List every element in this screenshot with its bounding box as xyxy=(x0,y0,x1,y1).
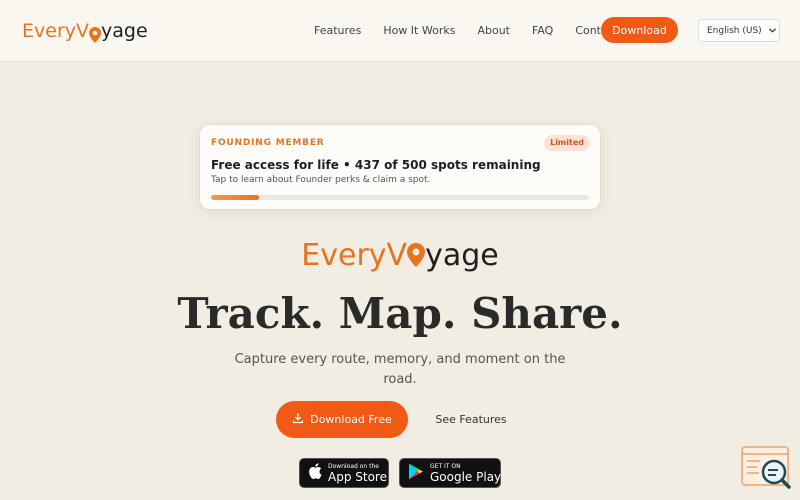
chevron-down-icon xyxy=(768,26,776,35)
hero-logo-text-yage: yage xyxy=(425,238,499,273)
map-pin-icon xyxy=(89,24,101,43)
founding-member-card[interactable]: FOUNDING MEMBER Limited Free access for … xyxy=(200,125,600,209)
logo-text-v: V xyxy=(76,20,89,42)
top-navbar: Every Vyage Features How It Works About F… xyxy=(0,0,800,62)
hero-logo: EveryV yage xyxy=(0,236,800,276)
app-store-texts: Download on the App Store xyxy=(328,462,387,484)
nav-link-faq[interactable]: FAQ xyxy=(532,24,553,37)
app-store-button[interactable]: Download on the App Store xyxy=(299,458,389,488)
limited-badge: Limited xyxy=(544,135,590,151)
google-play-small-text: GET IT ON xyxy=(430,462,461,470)
hero-headline: Track. Map. Share. xyxy=(177,289,623,338)
google-play-texts: GET IT ON Google Play xyxy=(430,462,502,484)
nav-download-button[interactable]: Download xyxy=(601,17,678,43)
app-store-small-text: Download on the xyxy=(328,462,379,470)
card-eyebrow: FOUNDING MEMBER xyxy=(211,138,325,148)
language-label: English (US) xyxy=(707,25,762,36)
hero-logo-text-v: V xyxy=(386,238,408,273)
card-subtitle: Tap to learn about Founder perks & claim… xyxy=(211,175,431,185)
hero-tagline: Capture every route, memory, and moment … xyxy=(234,352,566,387)
nav-link-how-it-works[interactable]: How It Works xyxy=(383,24,455,37)
logo-text-yage: yage xyxy=(101,20,148,42)
apple-icon xyxy=(308,463,322,483)
search-browser-icon xyxy=(740,446,792,495)
language-select[interactable]: English (US) xyxy=(698,19,780,42)
floating-search-widget[interactable] xyxy=(740,445,792,491)
card-title: Free access for life • 437 of 500 spots … xyxy=(211,158,541,172)
google-play-big-text: Google Play xyxy=(430,469,502,484)
nav-link-about[interactable]: About xyxy=(477,24,510,37)
spots-progress-fill xyxy=(211,195,259,200)
download-icon xyxy=(292,412,310,427)
map-pin-icon xyxy=(407,238,426,267)
hero-logo-text-every: Every xyxy=(301,238,387,273)
download-free-label: Download Free xyxy=(310,413,392,426)
see-features-button[interactable]: See Features xyxy=(425,401,517,438)
download-free-button[interactable]: Download Free xyxy=(276,401,408,438)
spots-progress-bar xyxy=(211,195,589,200)
google-play-button[interactable]: GET IT ON Google Play xyxy=(399,458,501,488)
logo-text-every: Every xyxy=(22,20,76,42)
nav-links: Features How It Works About FAQ Contact xyxy=(314,24,640,37)
play-triangle-icon xyxy=(408,463,424,484)
nav-link-features[interactable]: Features xyxy=(314,24,361,37)
app-store-big-text: App Store xyxy=(328,469,387,484)
brand-logo[interactable]: Every Vyage xyxy=(22,18,148,44)
